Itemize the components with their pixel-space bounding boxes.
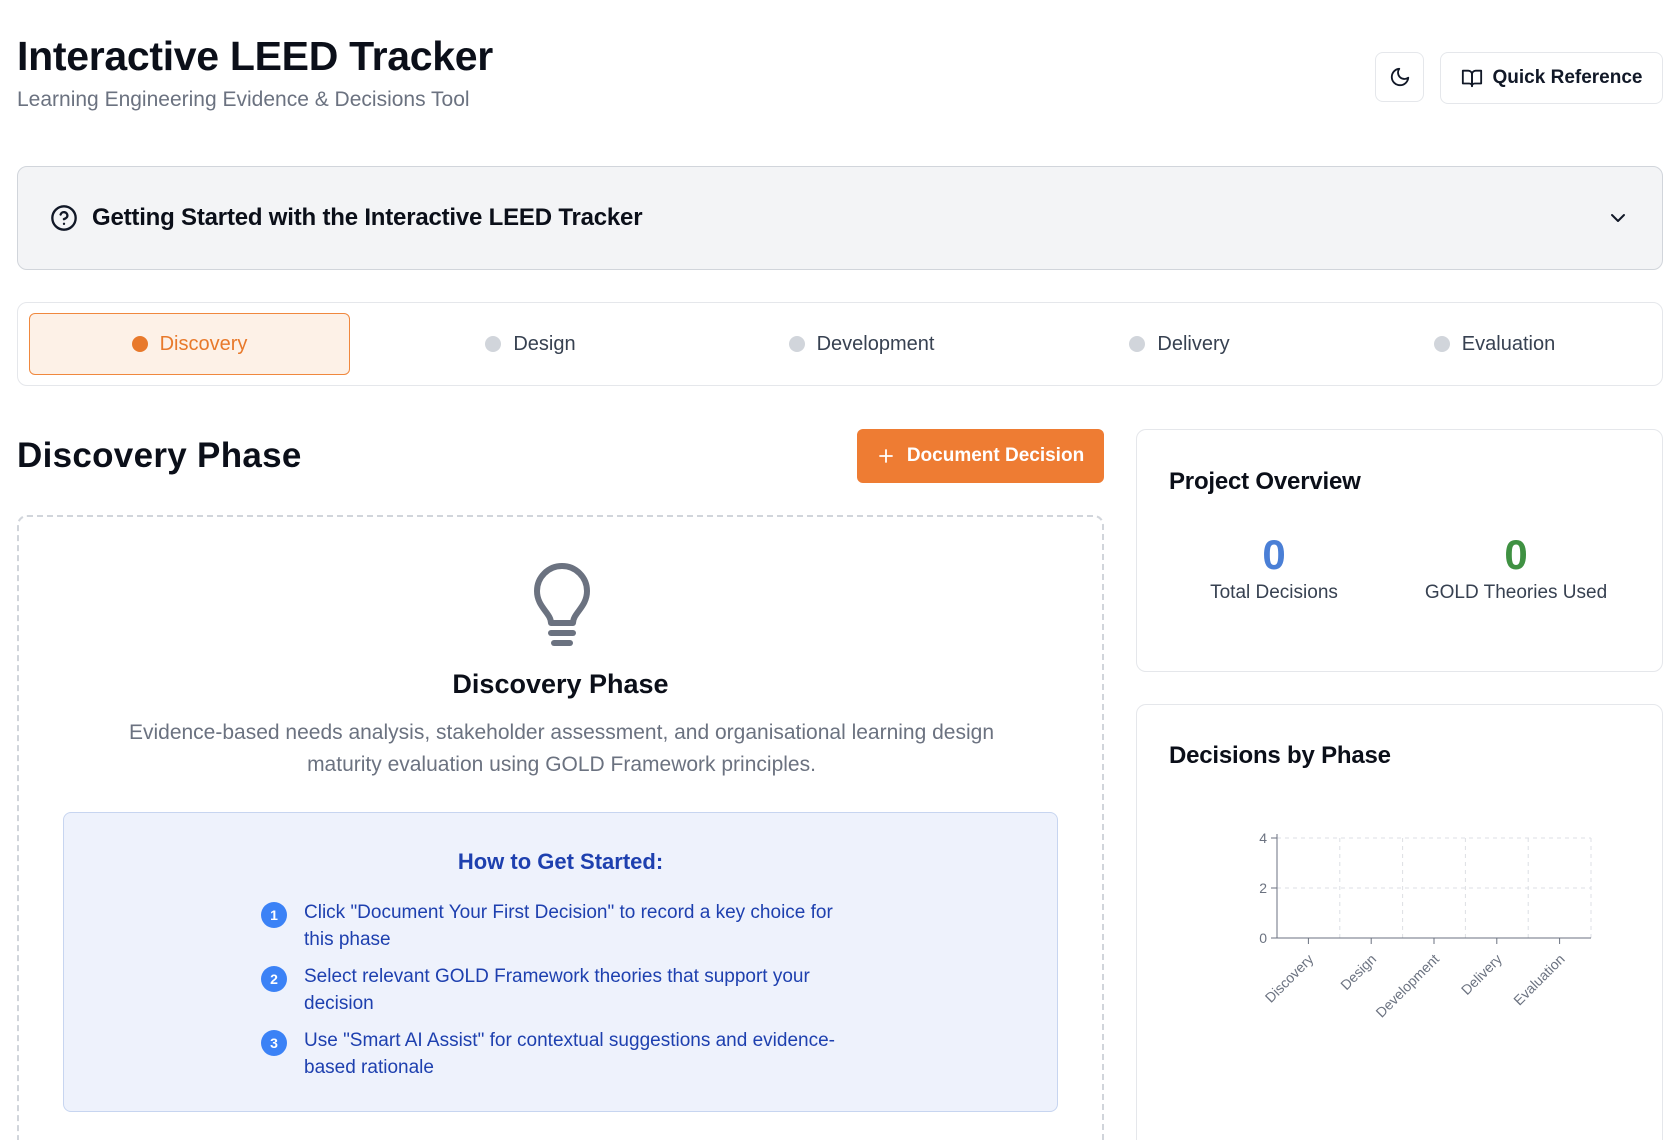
tab-label: Development [816, 332, 935, 355]
tab-discovery[interactable]: Discovery [29, 313, 350, 375]
card-title: Discovery Phase [452, 669, 669, 699]
y-tick-label: 0 [1259, 930, 1267, 946]
theme-toggle-button[interactable] [1375, 52, 1424, 102]
phase-status-dot [485, 336, 502, 352]
x-tick-label: Development [1372, 951, 1442, 1021]
tab-design[interactable]: Design [370, 313, 691, 375]
list-item: 3 Use "Smart AI Assist" for contextual s… [261, 1027, 861, 1081]
app-subtitle: Learning Engineering Evidence & Decision… [17, 88, 470, 111]
step-number-badge: 1 [261, 902, 287, 928]
list-item: 2 Select relevant GOLD Framework theorie… [261, 963, 861, 1017]
howto-title: How to Get Started: [457, 849, 664, 874]
card-description: Evidence-based needs analysis, stakehold… [128, 721, 995, 776]
stat-value: 0 [1262, 531, 1286, 578]
tab-label: Delivery [1157, 332, 1230, 355]
getting-started-accordion[interactable]: Getting Started with the Interactive LEE… [17, 166, 1663, 270]
tab-label: Design [513, 332, 576, 355]
phase-status-dot [131, 336, 148, 352]
phase-empty-state-card: Discovery Phase Evidence-based needs ana… [17, 515, 1104, 1140]
gold-theories-stat: 0 GOLD Theories Used [1396, 532, 1636, 604]
tab-delivery[interactable]: Delivery [1019, 313, 1340, 375]
decisions-by-phase-panel: Decisions by Phase 0 2 4 Discovery Design Dev… [1136, 704, 1663, 1140]
phase-status-dot [1433, 336, 1450, 352]
help-circle-icon [51, 205, 77, 231]
how-to-get-started-box: How to Get Started: 1 Click "Document Yo… [63, 812, 1058, 1112]
tab-development[interactable]: Development [701, 313, 1022, 375]
stat-label: GOLD Theories Used [1424, 582, 1608, 603]
step-number-badge: 3 [261, 1030, 287, 1056]
decisions-chart: 0 2 4 Discovery DesignDevelopment Delivery Eva… [1259, 830, 1592, 1021]
plus-icon [878, 449, 893, 463]
project-overview-panel: Project Overview 0 Total Decisions 0 GOL… [1136, 429, 1663, 672]
getting-started-title: Getting Started with the Interactive LEE… [92, 204, 643, 231]
step-number-badge: 2 [261, 966, 287, 992]
y-tick-label: 2 [1259, 880, 1267, 896]
panel-title: Project Overview [1169, 468, 1361, 495]
x-tick-label: Discovery [1262, 951, 1317, 1006]
quick-reference-button[interactable]: Quick Reference [1440, 52, 1663, 104]
tab-evaluation[interactable]: Evaluation [1334, 313, 1655, 375]
stat-value: 0 [1504, 531, 1528, 578]
chevron-down-icon[interactable] [1606, 206, 1630, 230]
moon-icon [1390, 67, 1409, 87]
tab-label: Evaluation [1461, 332, 1556, 355]
phase-status-dot [788, 336, 805, 352]
step-text: Select relevant GOLD Framework theories … [304, 966, 810, 1014]
phase-tabs: Discovery Design Development Delivery Ev… [17, 302, 1663, 386]
x-tick-label: Delivery [1458, 951, 1505, 998]
x-tick-label: Evaluation [1510, 951, 1568, 1009]
app-header: Interactive LEED Tracker Learning Engine… [17, 30, 493, 112]
phase-status-dot [1129, 336, 1146, 352]
document-decision-label: Document Decision [906, 445, 1085, 466]
phase-heading: Discovery Phase [17, 436, 302, 475]
step-text: Click "Document Your First Decision" to … [304, 902, 833, 950]
app-title: Interactive LEED Tracker [17, 33, 493, 79]
stat-label: Total Decisions [1210, 582, 1338, 603]
step-text: Use "Smart AI Assist" for contextual sug… [304, 1030, 835, 1078]
howto-steps: 1 Click "Document Your First Decision" t… [261, 899, 861, 1091]
list-item: 1 Click "Document Your First Decision" t… [261, 899, 861, 953]
tab-label: Discovery [159, 332, 248, 355]
quick-reference-label: Quick Reference [1492, 67, 1643, 88]
document-decision-button[interactable]: Document Decision [857, 429, 1104, 483]
lightbulb-icon [534, 563, 590, 646]
y-tick-label: 4 [1259, 830, 1267, 846]
total-decisions-stat: 0 Total Decisions [1154, 532, 1394, 604]
book-open-icon [1461, 69, 1482, 88]
x-tick-label: Design [1337, 951, 1379, 993]
